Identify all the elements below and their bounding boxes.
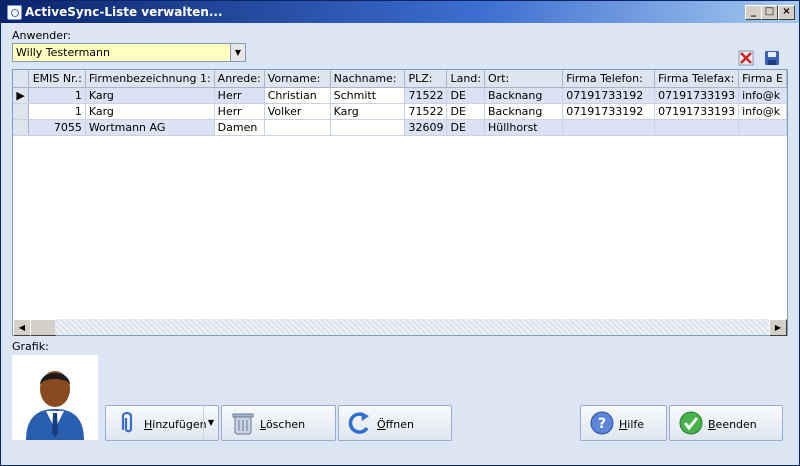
table-cell[interactable]: Backnang <box>484 87 564 104</box>
column-header[interactable]: Land: <box>446 70 485 88</box>
column-header[interactable]: Firma Telefon: <box>562 70 656 88</box>
current-row-icon: ▶ <box>13 87 30 104</box>
user-dropdown[interactable]: Willy Testermann ▼ <box>12 43 246 62</box>
table-cell[interactable]: 07191733192 <box>562 87 656 104</box>
chevron-down-icon[interactable]: ▼ <box>230 44 245 61</box>
add-button-label: Hinzufügen <box>144 418 207 431</box>
table-cell[interactable]: 1 <box>28 87 86 104</box>
grid-table: EMIS Nr.: Firmenbezeichnung 1: Anrede: V… <box>13 70 787 136</box>
table-cell[interactable]: 7055 <box>28 119 86 136</box>
delete-x-icon[interactable] <box>738 50 754 66</box>
scrollbar-track[interactable] <box>55 319 770 335</box>
table-cell[interactable]: Backnang <box>484 103 564 120</box>
refresh-arrow-icon <box>348 412 369 434</box>
table-cell[interactable]: Volker <box>264 103 331 120</box>
table-row[interactable]: 7055 Wortmann AG Damen 32609 DE Hüllhors… <box>13 119 787 136</box>
table-cell[interactable] <box>654 119 740 136</box>
add-button[interactable]: Hinzufügen ▼ <box>105 405 219 441</box>
table-cell[interactable]: Schmitt <box>330 87 406 104</box>
row-indicator-header <box>13 70 30 88</box>
maximize-button[interactable]: □ <box>761 5 778 20</box>
table-cell[interactable]: info@k <box>738 103 787 120</box>
table-cell[interactable]: 07191733193 <box>654 103 740 120</box>
scroll-right-icon[interactable]: ▶ <box>769 319 787 336</box>
user-label: Anwender: <box>12 29 72 42</box>
open-button-label: Öffnen <box>377 418 414 431</box>
exit-button-label: Beenden <box>708 418 757 431</box>
table-cell[interactable]: 07191733192 <box>562 103 656 120</box>
user-dropdown-value: Willy Testermann <box>16 46 110 59</box>
table-cell[interactable]: Hüllhorst <box>484 119 564 136</box>
table-cell[interactable]: 32609 <box>404 119 448 136</box>
delete-button[interactable]: Löschen <box>221 405 336 441</box>
table-cell[interactable]: Damen <box>214 119 265 136</box>
activesync-grid[interactable]: EMIS Nr.: Firmenbezeichnung 1: Anrede: V… <box>12 69 788 321</box>
scrollbar-thumb[interactable] <box>30 319 56 336</box>
table-cell[interactable]: Karg <box>85 103 215 120</box>
table-cell[interactable]: DE <box>446 87 485 104</box>
table-cell[interactable]: 07191733193 <box>654 87 740 104</box>
table-cell[interactable]: DE <box>446 119 485 136</box>
column-header[interactable]: Firma E <box>738 70 787 88</box>
paperclip-icon <box>121 411 133 433</box>
open-button[interactable]: Öffnen <box>338 405 452 441</box>
table-cell[interactable]: Karg <box>85 87 215 104</box>
add-dropdown-arrow-icon[interactable]: ▼ <box>203 406 218 440</box>
table-cell[interactable]: Herr <box>214 87 265 104</box>
help-button[interactable]: ? Hilfe <box>580 405 667 441</box>
title-bar[interactable]: ActiveSync-Liste verwalten... _ □ × <box>1 1 799 23</box>
window-title: ActiveSync-Liste verwalten... <box>25 5 223 19</box>
minimize-button[interactable]: _ <box>745 5 762 20</box>
table-cell[interactable]: DE <box>446 103 485 120</box>
column-header[interactable]: Vorname: <box>264 70 331 88</box>
scroll-left-icon[interactable]: ◀ <box>13 319 31 336</box>
help-question-icon: ? <box>590 411 614 435</box>
table-cell[interactable]: info@k <box>738 87 787 104</box>
app-icon <box>7 5 22 20</box>
table-cell[interactable]: 1 <box>28 103 86 120</box>
activesync-window: ActiveSync-Liste verwalten... _ □ × Anwe… <box>0 0 800 466</box>
column-header[interactable]: Ort: <box>484 70 564 88</box>
row-indicator <box>13 119 30 136</box>
exit-button[interactable]: Beenden <box>669 405 783 441</box>
grid-header-row: EMIS Nr.: Firmenbezeichnung 1: Anrede: V… <box>13 70 787 88</box>
user-avatar-icon <box>12 355 98 440</box>
table-cell[interactable] <box>264 119 331 136</box>
check-mark-icon <box>679 411 703 435</box>
help-button-label: Hilfe <box>619 418 645 431</box>
table-cell[interactable]: Herr <box>214 103 265 120</box>
table-cell[interactable] <box>330 119 406 136</box>
horizontal-scrollbar[interactable]: ◀ ▶ <box>12 319 788 336</box>
column-header[interactable]: PLZ: <box>404 70 448 88</box>
table-row[interactable]: 1 Karg Herr Volker Karg 71522 DE Backnan… <box>13 103 787 120</box>
column-header[interactable]: Firmenbezeichnung 1: <box>85 70 215 88</box>
table-cell[interactable]: Karg <box>330 103 406 120</box>
close-button[interactable]: × <box>778 5 795 20</box>
table-row[interactable]: ▶ 1 Karg Herr Christian Schmitt 71522 DE… <box>13 87 787 104</box>
table-cell[interactable]: 71522 <box>404 103 448 120</box>
row-indicator <box>13 103 30 120</box>
graphic-label: Grafik: <box>12 340 49 353</box>
table-cell[interactable]: 71522 <box>404 87 448 104</box>
column-header[interactable]: Nachname: <box>330 70 406 88</box>
svg-text:?: ? <box>598 416 606 432</box>
table-cell[interactable]: Wortmann AG <box>85 119 215 136</box>
column-header[interactable]: Firma Telefax: <box>654 70 740 88</box>
table-cell[interactable] <box>562 119 656 136</box>
table-cell[interactable] <box>738 119 787 136</box>
delete-button-label: Löschen <box>260 418 306 431</box>
floppy-disk-icon[interactable] <box>764 50 780 66</box>
table-cell[interactable]: Christian <box>264 87 331 104</box>
column-header[interactable]: Anrede: <box>214 70 265 88</box>
trash-can-icon <box>232 413 254 435</box>
column-header[interactable]: EMIS Nr.: <box>28 70 86 88</box>
